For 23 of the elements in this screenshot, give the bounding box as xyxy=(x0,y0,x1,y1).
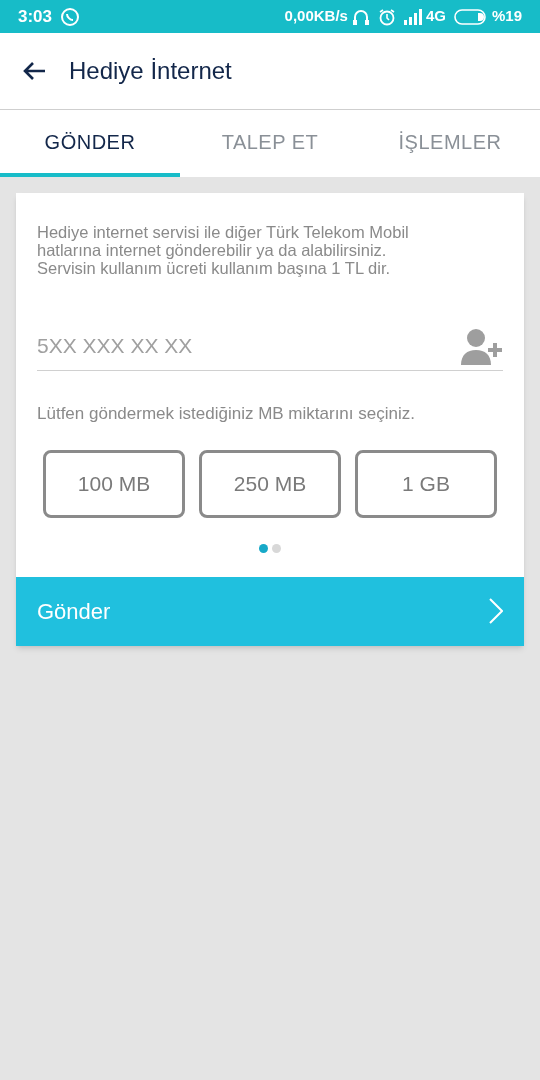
amount-option[interactable]: 250 MB xyxy=(199,449,341,518)
battery-level: %19 xyxy=(491,6,522,27)
service-description: Hediye internet servisi ile diğer Türk Telekom Mobil hatlarına internet gönderebilir ya da alabilirsiniz. Servisin kullanım ücreti kullanım başına 1 TL dir. xyxy=(37,223,410,277)
network-type: 4G xyxy=(425,6,446,27)
amount-prompt: Lütfen göndermek istediğiniz MB miktarını seçiniz. xyxy=(37,403,416,425)
headphones-icon xyxy=(351,7,370,26)
status-time: 3:03 xyxy=(18,5,53,28)
amount-option[interactable]: 100 MB xyxy=(43,449,185,518)
add-contact-icon[interactable] xyxy=(461,326,503,365)
back-arrow-icon[interactable] xyxy=(22,61,46,81)
send-button[interactable]: Gönder xyxy=(16,576,524,646)
phone-field[interactable]: 5XX XXX XX XX xyxy=(37,329,461,362)
tab[interactable]: GÖNDER xyxy=(0,110,180,177)
battery-icon xyxy=(453,8,488,25)
tab[interactable]: İŞLEMLER xyxy=(360,110,540,177)
chevron-right-icon xyxy=(489,598,503,624)
signal-icon xyxy=(403,8,422,25)
tab[interactable]: TALEP ET xyxy=(180,110,360,177)
amount-option[interactable]: 1 GB xyxy=(355,449,497,518)
chat-app-icon xyxy=(60,6,81,27)
page-title: Hediye İnternet xyxy=(69,56,232,86)
network-speed: 0,00KB/s xyxy=(284,6,348,27)
alarm-icon xyxy=(377,7,396,26)
